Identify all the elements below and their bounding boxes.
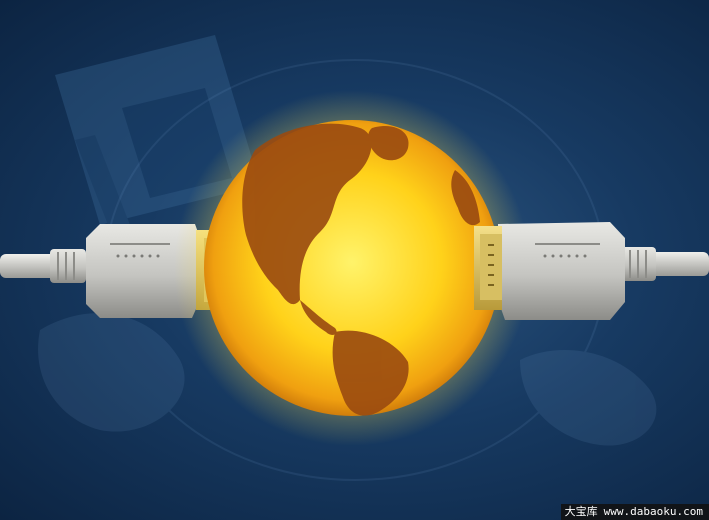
watermark: 大宝库 www.dabaoku.com [560,504,709,520]
image-scene: 大宝库 www.dabaoku.com [0,0,709,520]
globe [204,120,500,416]
scene-illustration [0,35,709,481]
right-plug [474,222,709,320]
watermark-brand: 大宝库 [564,505,598,518]
watermark-url: www.dabaoku.com [603,505,703,518]
